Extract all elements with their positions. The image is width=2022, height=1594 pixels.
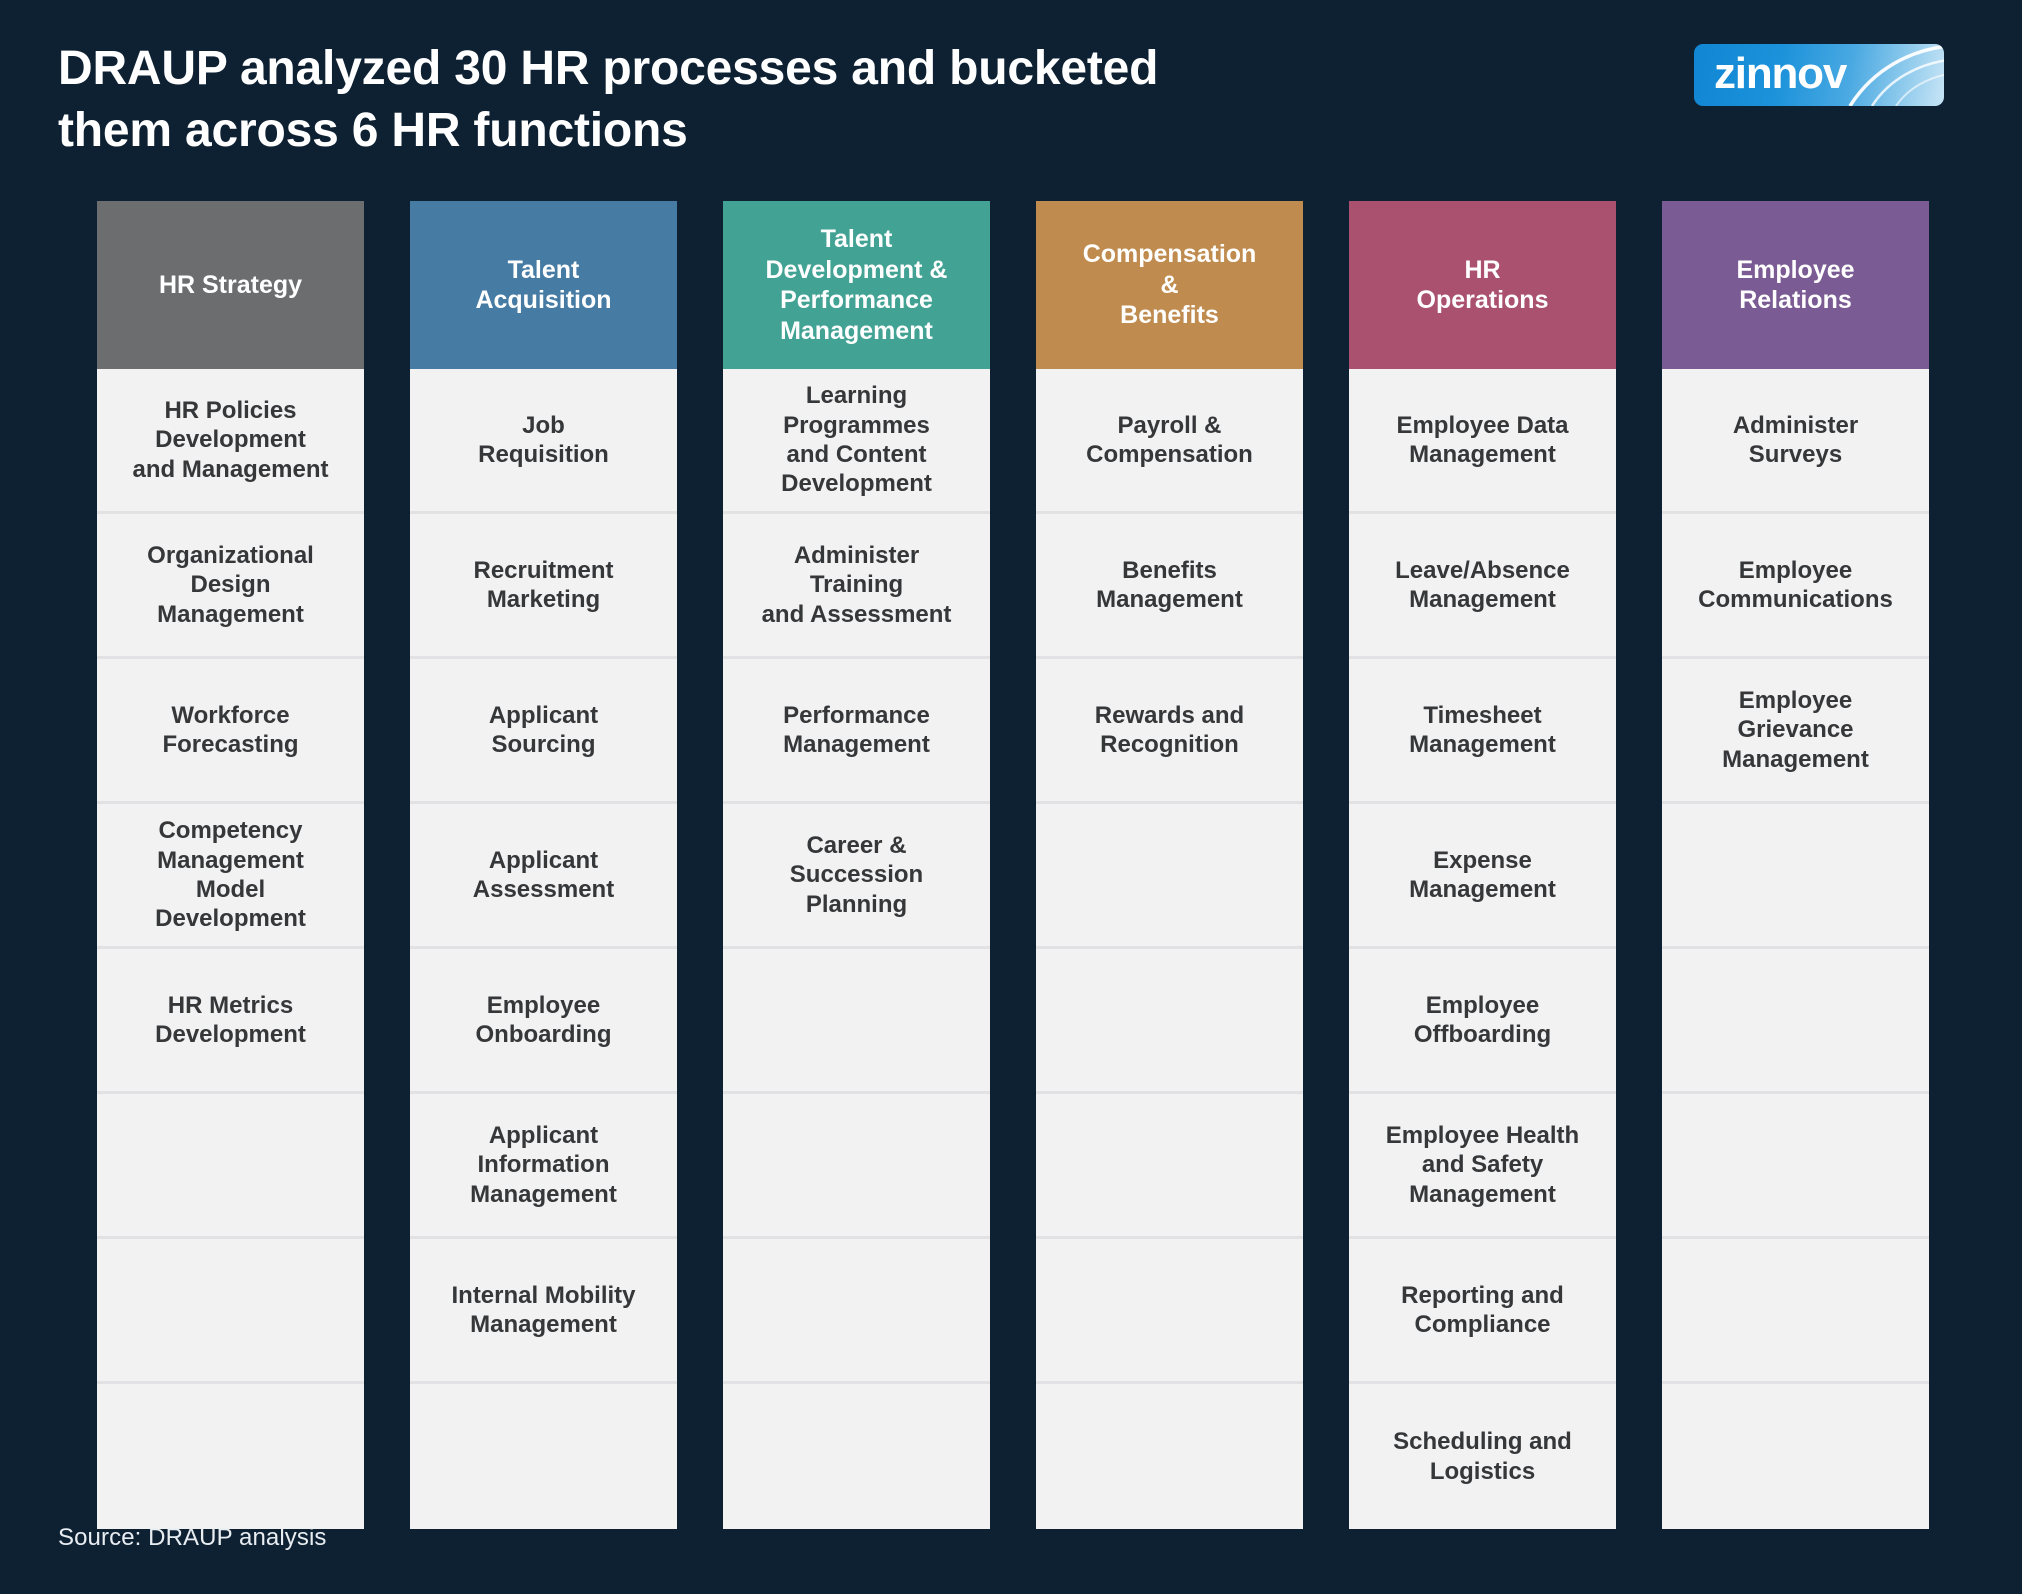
column-body-employee-relations: Administer Surveys Employee Communications E… bbox=[1662, 369, 1929, 1529]
process-cell[interactable]: Performance Management bbox=[723, 659, 990, 804]
process-cell[interactable]: Leave/Absence Management bbox=[1349, 514, 1616, 659]
function-column-hr-operations: HR Operations Employee Data Management Leave… bbox=[1349, 201, 1616, 1529]
column-body-hr-strategy: HR Policies Development and Management Orga… bbox=[97, 369, 364, 1529]
process-cell[interactable]: Applicant Information Management bbox=[410, 1094, 677, 1239]
process-cell-empty bbox=[1662, 1384, 1929, 1529]
slide-header: DRAUP analyzed 30 HR processes and bucke… bbox=[0, 0, 2022, 190]
column-header-talent-development-performance-management[interactable]: Talent Development & Performance Management bbox=[723, 201, 990, 369]
column-body-talent-development-performance-management: Learning Programmes and Content Development… bbox=[723, 369, 990, 1529]
zinnov-logo: zinnov bbox=[1694, 44, 1944, 106]
function-column-hr-strategy: HR Strategy HR Policies Development and Man… bbox=[97, 201, 364, 1529]
process-cell[interactable]: Internal Mobility Management bbox=[410, 1239, 677, 1384]
page-title: DRAUP analyzed 30 HR processes and bucke… bbox=[58, 38, 1478, 163]
process-cell[interactable]: Scheduling and Logistics bbox=[1349, 1384, 1616, 1529]
process-cell[interactable]: Applicant Sourcing bbox=[410, 659, 677, 804]
process-cell-empty bbox=[723, 949, 990, 1094]
process-cell[interactable]: Employee Onboarding bbox=[410, 949, 677, 1094]
page-title-line-1: DRAUP analyzed 30 HR processes and bucke… bbox=[58, 42, 1159, 95]
process-cell[interactable]: Timesheet Management bbox=[1349, 659, 1616, 804]
process-cell[interactable]: Employee Grievance Management bbox=[1662, 659, 1929, 804]
process-cell[interactable]: HR Metrics Development bbox=[97, 949, 364, 1094]
process-cell[interactable]: Workforce Forecasting bbox=[97, 659, 364, 804]
process-cell[interactable]: Employee Communications bbox=[1662, 514, 1929, 659]
process-cell-empty bbox=[1662, 804, 1929, 949]
process-cell[interactable]: Employee Health and Safety Management bbox=[1349, 1094, 1616, 1239]
process-cell-empty bbox=[1036, 1384, 1303, 1529]
process-cell[interactable]: Career & Succession Planning bbox=[723, 804, 990, 949]
process-cell-empty bbox=[723, 1384, 990, 1529]
process-cell-empty bbox=[723, 1239, 990, 1384]
process-cell[interactable]: Recruitment Marketing bbox=[410, 514, 677, 659]
slide-canvas: DRAUP analyzed 30 HR processes and bucke… bbox=[0, 0, 2022, 1594]
process-cell[interactable]: Learning Programmes and Content Development bbox=[723, 369, 990, 514]
source-note: Source: DRAUP analysis bbox=[58, 1524, 327, 1551]
process-cell-empty bbox=[97, 1384, 364, 1529]
column-body-hr-operations: Employee Data Management Leave/Absence Mana… bbox=[1349, 369, 1616, 1529]
process-cell[interactable]: Employee Data Management bbox=[1349, 369, 1616, 514]
process-cell-empty bbox=[410, 1384, 677, 1529]
process-cell[interactable]: Job Requisition bbox=[410, 369, 677, 514]
process-cell-empty bbox=[97, 1239, 364, 1384]
process-cell-empty bbox=[1662, 1094, 1929, 1239]
process-cell[interactable]: Benefits Management bbox=[1036, 514, 1303, 659]
process-cell-empty bbox=[1036, 804, 1303, 949]
process-cell-empty bbox=[723, 1094, 990, 1239]
zinnov-logo-text: zinnov bbox=[1714, 49, 1847, 99]
process-cell-empty bbox=[1036, 1239, 1303, 1384]
column-body-talent-acquisition: Job Requisition Recruitment Marketing Applic… bbox=[410, 369, 677, 1529]
process-cell[interactable]: Applicant Assessment bbox=[410, 804, 677, 949]
page-title-line-2: them across 6 HR functions bbox=[58, 104, 688, 158]
column-body-compensation-benefits: Payroll & Compensation Benefits Management R… bbox=[1036, 369, 1303, 1529]
process-cell[interactable]: Administer Surveys bbox=[1662, 369, 1929, 514]
column-header-hr-operations[interactable]: HR Operations bbox=[1349, 201, 1616, 369]
process-cell[interactable]: Expense Management bbox=[1349, 804, 1616, 949]
process-cell-empty bbox=[97, 1094, 364, 1239]
process-cell-empty bbox=[1036, 949, 1303, 1094]
column-header-compensation-benefits[interactable]: Compensation & Benefits bbox=[1036, 201, 1303, 369]
process-cell[interactable]: Organizational Design Management bbox=[97, 514, 364, 659]
process-cell[interactable]: Employee Offboarding bbox=[1349, 949, 1616, 1094]
process-cell-empty bbox=[1662, 949, 1929, 1094]
process-cell[interactable]: Rewards and Recognition bbox=[1036, 659, 1303, 804]
process-cell[interactable]: Competency Management Model Development bbox=[97, 804, 364, 949]
process-cell[interactable]: Reporting and Compliance bbox=[1349, 1239, 1616, 1384]
function-column-talent-acquisition: Talent Acquisition Job Requisition Recruitme… bbox=[410, 201, 677, 1529]
column-header-employee-relations[interactable]: Employee Relations bbox=[1662, 201, 1929, 369]
function-column-employee-relations: Employee Relations Administer Surveys Employ… bbox=[1662, 201, 1929, 1529]
process-cell[interactable]: Administer Training and Assessment bbox=[723, 514, 990, 659]
process-cell[interactable]: Payroll & Compensation bbox=[1036, 369, 1303, 514]
process-cell-empty bbox=[1036, 1094, 1303, 1239]
function-column-compensation-benefits: Compensation & Benefits Payroll & Compensati… bbox=[1036, 201, 1303, 1529]
column-header-talent-acquisition[interactable]: Talent Acquisition bbox=[410, 201, 677, 369]
process-cell[interactable]: HR Policies Development and Management bbox=[97, 369, 364, 514]
process-cell-empty bbox=[1662, 1239, 1929, 1384]
function-column-talent-development-performance-management: Talent Development & Performance Management… bbox=[723, 201, 990, 1529]
hr-functions-grid: HR Strategy HR Policies Development and Man… bbox=[97, 201, 1929, 1529]
column-header-hr-strategy[interactable]: HR Strategy bbox=[97, 201, 364, 369]
